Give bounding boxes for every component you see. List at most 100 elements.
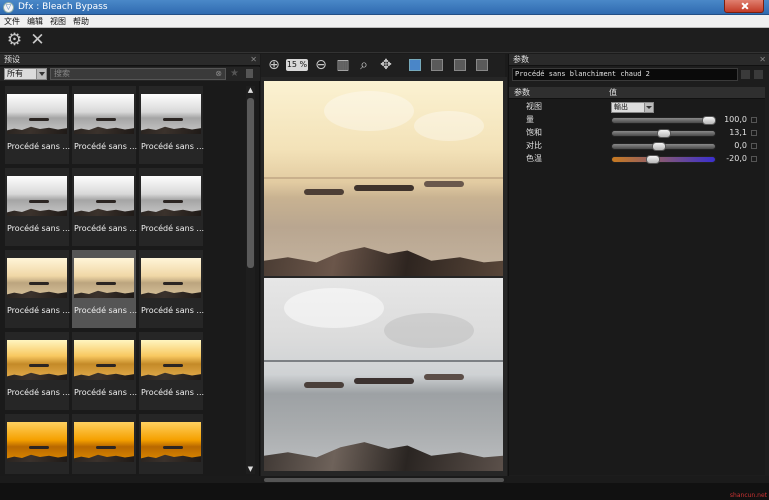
watermark: shancun.net [729,492,767,499]
preset-name-field[interactable]: Procédé sans blanchiment chaud 2 [512,68,738,81]
param-row-amount: 量 100,0 [509,114,765,126]
preset-thumbnail [141,176,201,216]
presets-panel: 预设 ✕ 所有 搜索 ⊗ ★ Procédé sans ... Procédé s… [0,54,260,476]
reset-icon[interactable] [754,70,763,79]
preset-tile[interactable]: Procédé sans ... [139,168,204,246]
saturation-slider-knob[interactable] [656,129,671,138]
param-row-saturation: 饱和 13,1 [509,127,765,139]
preset-tile[interactable]: Procédé sans ... [139,86,204,164]
scroll-down-icon[interactable]: ▼ [246,465,255,474]
preset-tile[interactable]: Procédé sans ... [139,250,204,328]
trash-icon[interactable] [246,69,253,78]
menu-file[interactable]: 文件 [0,15,23,28]
preset-thumbnail [141,258,201,298]
column-param: 参数 [514,88,530,97]
preset-label: Procédé sans ... [141,388,205,397]
preset-label: Procédé sans ... [7,142,71,151]
param-name: 视图 [526,102,542,111]
preset-tile[interactable] [5,414,69,474]
category-select-value: 所有 [7,69,23,78]
parameters-table: 参数 值 视图 輸出 量 100,0 饱和 13,1 对比 0,0 色温 -20… [509,87,765,475]
preset-tile[interactable]: Procédé sans ... [5,332,70,410]
preset-thumbnail [141,422,201,462]
window-close-button[interactable] [724,0,764,13]
gear-icon[interactable]: ⚙ [5,31,24,50]
clear-search-icon[interactable]: ⊗ [215,69,222,79]
preset-thumbnail [74,176,134,216]
contrast-value[interactable]: 0,0 [711,140,747,152]
search-placeholder: 搜索 [54,69,70,78]
keyframe-box-icon[interactable] [751,117,757,123]
fit-icon[interactable]: ▥ [335,57,351,73]
presets-title: 预设 [4,55,20,64]
contrast-slider-knob[interactable] [651,142,666,151]
pan-move-icon[interactable]: ✥ [378,57,394,73]
param-row-view: 视图 輸出 [509,101,765,113]
preview-hscroll-thumb[interactable] [264,478,504,482]
view-mode-value: 輸出 [614,103,628,111]
close-x-icon[interactable]: ✕ [28,31,47,50]
preview-processed-image[interactable] [264,81,503,276]
param-row-contrast: 对比 0,0 [509,140,765,152]
preset-tile[interactable]: Procédé sans ... [5,86,71,164]
menu-edit[interactable]: 编辑 [23,15,46,28]
amount-value[interactable]: 100,0 [711,114,747,126]
scroll-thumb[interactable] [247,98,254,268]
preview-toolbar: ⊕ 15 % ⊖ ▥ ⌕ ✥ [261,54,505,77]
split-view-vertical-button[interactable] [409,59,421,71]
preset-thumbnail [141,94,201,134]
preview-original-image[interactable] [264,278,503,471]
param-row-color-temp: 色温 -20,0 [509,153,765,165]
preset-tile[interactable]: Procédé sans ... [72,332,137,410]
parameters-title: 参数 [513,55,529,64]
favorite-star-icon[interactable]: ★ [230,67,239,80]
panel-close-icon[interactable]: ✕ [759,54,766,66]
preset-label: Procédé sans ... [7,224,71,233]
preset-thumbnail [7,258,67,298]
preset-label: Procédé sans ... [7,306,71,315]
color-temp-value[interactable]: -20,0 [711,153,747,165]
presets-header: 预设 ✕ [0,54,260,66]
color-temp-slider[interactable] [611,156,716,163]
save-preset-icon[interactable] [741,70,750,79]
preview-hscrollbar[interactable] [261,476,507,483]
preset-tile[interactable]: Procédé sans ... [139,332,205,410]
single-view-button[interactable] [454,59,466,71]
parameters-table-header: 参数 值 [509,87,765,99]
chevron-down-icon [644,103,653,112]
menu-help[interactable]: 帮助 [69,15,92,28]
original-view-button[interactable] [476,59,488,71]
scroll-up-icon[interactable]: ▲ [246,86,255,95]
preset-thumbnail [7,340,67,380]
search-input[interactable]: 搜索 ⊗ [50,68,226,80]
view-mode-select[interactable]: 輸出 [611,102,654,113]
keyframe-box-icon[interactable] [751,156,757,162]
split-view-horizontal-button[interactable] [431,59,443,71]
preset-thumbnail [74,340,134,380]
panel-close-icon[interactable]: ✕ [250,54,257,66]
saturation-value[interactable]: 13,1 [711,127,747,139]
keyframe-box-icon[interactable] [751,143,757,149]
preset-tile[interactable] [139,414,203,474]
preset-tile[interactable]: Procédé sans ... [72,86,137,164]
preset-label: Procédé sans ... [74,306,138,315]
parameters-panel: 参数 ✕ Procédé sans blanchiment chaud 2 参数… [508,54,769,476]
preset-tile[interactable]: Procédé sans ... [5,250,71,328]
preview-area [261,77,507,476]
zoom-level[interactable]: 15 % [286,59,308,71]
zoom-out-icon[interactable]: ⊖ [313,57,329,73]
zoom-in-icon[interactable]: ⊕ [266,57,282,73]
menu-view[interactable]: 视图 [46,15,69,28]
preset-tile[interactable]: Procédé sans ... [5,168,71,246]
color-temp-slider-knob[interactable] [645,155,660,164]
amount-slider[interactable] [611,117,716,124]
category-select[interactable]: 所有 [4,68,47,80]
preset-tile[interactable]: Procédé sans ... [72,168,137,246]
preset-tile[interactable]: Procédé sans ... [72,250,138,328]
presets-scrollbar[interactable]: ▲ ▼ [246,86,255,474]
app-logo-icon: ▽ [3,2,14,13]
magnifier-icon[interactable]: ⌕ [356,57,372,73]
preset-tile[interactable] [72,414,136,474]
keyframe-box-icon[interactable] [751,130,757,136]
preset-thumbnail [74,258,134,298]
